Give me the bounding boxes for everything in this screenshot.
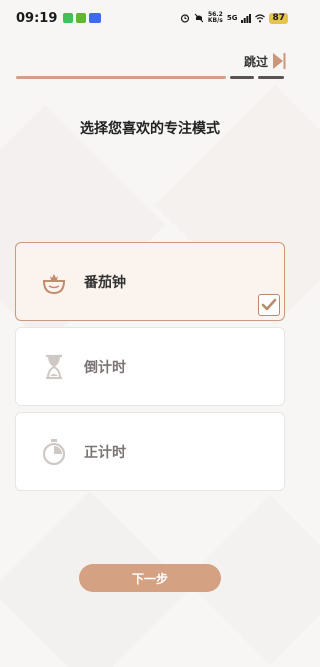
alarm-icon <box>180 14 189 23</box>
mode-card-stopwatch[interactable]: 正计时 <box>15 412 285 491</box>
mute-icon <box>194 13 204 23</box>
network-speed-unit: KB/s <box>207 17 223 24</box>
skip-arrow-icon <box>272 52 286 70</box>
progress-step <box>258 76 284 79</box>
wechat-notification-icon <box>63 13 74 23</box>
next-button[interactable]: 下一步 <box>79 564 221 592</box>
mode-card-pomodoro[interactable]: 番茄钟 <box>15 242 285 321</box>
mode-label: 番茄钟 <box>84 274 126 291</box>
app-notification-icon <box>89 13 102 23</box>
checkbox-checked[interactable] <box>258 294 280 316</box>
hourglass-icon <box>36 349 72 385</box>
mode-list: 番茄钟 倒计时 正计时 <box>15 242 285 497</box>
header: 跳过 <box>16 52 286 82</box>
tomato-icon <box>36 264 72 300</box>
mode-label: 正计时 <box>84 444 126 461</box>
wifi-icon <box>255 14 266 23</box>
app-notification-icon <box>76 13 87 23</box>
stopwatch-icon <box>36 434 72 470</box>
status-time: 09:19 <box>16 10 58 26</box>
page-title: 选择您喜欢的专注模式 <box>80 121 220 137</box>
progress-step <box>230 76 254 79</box>
skip-label: 跳过 <box>243 54 268 69</box>
mode-label: 倒计时 <box>84 359 126 376</box>
progress-step-active <box>16 76 226 79</box>
mode-card-countdown[interactable]: 倒计时 <box>15 327 285 406</box>
check-icon <box>261 298 277 311</box>
status-indicators: 56.2 KB/s 5G 87 <box>180 12 288 24</box>
network-type: 5G <box>226 14 238 22</box>
signal-icon <box>241 14 252 23</box>
status-bar: 09:19 56.2 KB/s 5G 87 <box>0 0 300 36</box>
network-speed: 56.2 KB/s <box>208 12 223 24</box>
skip-button[interactable]: 跳过 <box>244 52 286 70</box>
battery-indicator: 87 <box>269 12 288 24</box>
